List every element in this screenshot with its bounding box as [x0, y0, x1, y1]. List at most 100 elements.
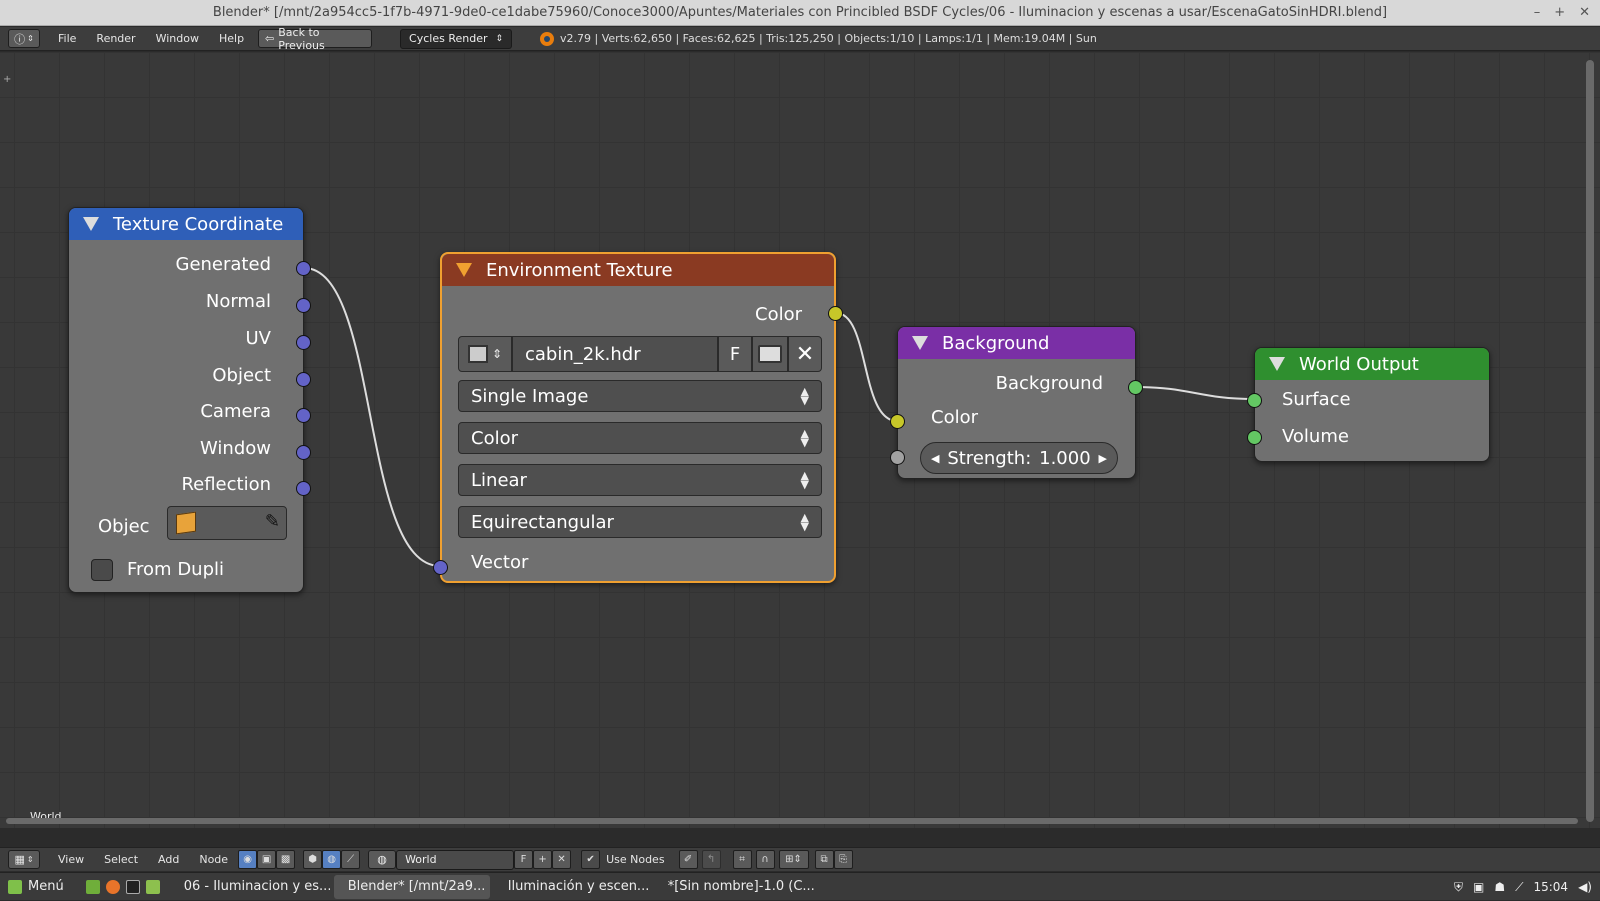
plus-icon[interactable]: + — [3, 74, 11, 85]
snap-mode-icon[interactable]: ⊞⇕ — [778, 850, 809, 869]
paste-nodes-icon[interactable]: ⎘ — [833, 850, 853, 869]
collapse-triangle-icon[interactable] — [912, 336, 928, 350]
socket-object[interactable] — [296, 372, 311, 387]
user-icon[interactable]: ☗ — [1494, 880, 1505, 894]
environment-texture-node[interactable]: Environment Texture Color ⇕ cabin_2k.hdr… — [433, 252, 843, 583]
interpolation-dropdown[interactable]: Linear ▲ ▼ — [458, 464, 822, 496]
socket-surface-input[interactable] — [1247, 393, 1262, 408]
input-vector-label: Vector — [471, 552, 529, 573]
terminal-icon[interactable] — [125, 879, 140, 894]
close-icon[interactable]: ✕ — [552, 850, 572, 869]
render-engine-dropdown[interactable]: Cycles Render ⇕ — [400, 28, 513, 49]
minimize-icon[interactable]: – — [1534, 0, 1541, 26]
shader-tree-icon[interactable]: ◉ — [238, 850, 258, 869]
vertical-scrollbar[interactable] — [1586, 60, 1594, 822]
menu-select[interactable]: Select — [94, 853, 148, 866]
menu-render[interactable]: Render — [86, 32, 145, 45]
from-dupli-checkbox[interactable] — [91, 559, 113, 581]
collapse-triangle-icon[interactable] — [1269, 357, 1285, 371]
firefox-icon[interactable] — [105, 879, 120, 894]
node-header[interactable]: Environment Texture — [442, 254, 834, 286]
backdrop-icon[interactable]: ⌗ — [732, 850, 752, 869]
collapse-triangle-icon[interactable] — [456, 263, 472, 277]
strength-field[interactable]: ◀ Strength: 1.000 ▶ — [920, 442, 1118, 474]
keyboard-icon[interactable]: ▣ — [1473, 880, 1484, 894]
socket-camera[interactable] — [296, 408, 311, 423]
files-icon[interactable] — [145, 879, 160, 894]
node-header[interactable]: Background — [898, 327, 1135, 359]
socket-volume-input[interactable] — [1247, 430, 1262, 445]
add-icon[interactable]: + — [533, 850, 553, 869]
shield-icon[interactable]: ⛨ — [1454, 880, 1463, 895]
socket-window[interactable] — [296, 445, 311, 460]
node-header[interactable]: World Output — [1255, 348, 1489, 380]
socket-uv[interactable] — [296, 335, 311, 350]
fake-user-button[interactable]: F — [514, 850, 534, 869]
fake-user-label: F — [729, 343, 741, 365]
task-document[interactable]: Iluminación y escen... — [494, 875, 650, 899]
socket-vector-input[interactable] — [433, 560, 448, 575]
object-shader-icon[interactable]: ⬢ — [303, 850, 323, 869]
editor-type-button[interactable]: ▦ ⇕ — [8, 850, 40, 869]
folder-icon — [758, 345, 782, 363]
network-icon[interactable]: ⟋ — [1515, 880, 1523, 895]
texture-coordinate-node[interactable]: Texture Coordinate Generated Normal UV O… — [68, 207, 311, 593]
menu-add[interactable]: Add — [148, 853, 189, 866]
socket-color-output[interactable] — [828, 306, 843, 321]
clock[interactable]: 15:04 — [1533, 880, 1568, 894]
horizontal-scrollbar[interactable] — [6, 818, 1578, 824]
pin-icon[interactable]: ✐ — [678, 850, 698, 869]
decrement-icon[interactable]: ◀ — [931, 452, 939, 465]
back-to-previous-button[interactable]: ⇦ Back to Previous — [258, 26, 373, 52]
object-picker-field[interactable]: ✎ — [167, 506, 287, 540]
parent-tree-icon[interactable]: ↰ — [701, 850, 721, 869]
menu-help[interactable]: Help — [209, 32, 254, 45]
world-output-node[interactable]: World Output Surface Volume — [1247, 347, 1490, 462]
menu-window[interactable]: Window — [146, 32, 209, 45]
maximize-icon[interactable]: + — [1554, 0, 1565, 26]
socket-generated[interactable] — [296, 261, 311, 276]
open-image-button[interactable] — [752, 336, 788, 372]
editor-type-button[interactable]: ⓘ ⇕ — [8, 29, 40, 48]
socket-normal[interactable] — [296, 298, 311, 313]
world-shader-icon[interactable]: ◍ — [322, 850, 342, 869]
close-icon[interactable]: ✕ — [1579, 0, 1590, 26]
copy-nodes-icon[interactable]: ⧉ — [814, 850, 834, 869]
projection-dropdown[interactable]: Equirectangular ▲ ▼ — [458, 506, 822, 538]
image-name-field[interactable]: cabin_2k.hdr — [512, 336, 718, 372]
world-datablock-field[interactable]: World — [396, 849, 515, 870]
compositing-tree-icon[interactable]: ▣ — [257, 850, 277, 869]
task-label: Iluminación y escen... — [507, 879, 650, 894]
output-normal: Normal — [205, 291, 271, 312]
task-gimp[interactable]: *[Sin nombre]-1.0 (C... — [654, 875, 814, 899]
collapse-triangle-icon[interactable] — [83, 217, 99, 231]
start-menu-button[interactable]: Menú — [0, 875, 72, 899]
menu-view[interactable]: View — [48, 853, 94, 866]
color-space-dropdown[interactable]: Color ▲ ▼ — [458, 422, 822, 454]
socket-reflection[interactable] — [296, 481, 311, 496]
fake-user-button[interactable]: F — [718, 336, 752, 372]
node-header[interactable]: Texture Coordinate — [69, 208, 303, 240]
world-browse-button[interactable]: ◍ — [368, 850, 397, 869]
eyedropper-icon[interactable]: ✎ — [265, 511, 280, 532]
linestyle-shader-icon[interactable]: ⟋ — [341, 850, 361, 869]
node-editor[interactable]: + Texture Coordinate Generated Normal UV… — [0, 52, 1600, 828]
socket-background-output[interactable] — [1128, 380, 1143, 395]
socket-color-input[interactable] — [890, 414, 905, 429]
show-desktop-icon[interactable] — [85, 879, 100, 894]
snap-icon[interactable]: ∩ — [755, 850, 775, 869]
image-browse-button[interactable]: ⇕ — [458, 336, 512, 372]
increment-icon[interactable]: ▶ — [1099, 452, 1107, 465]
menu-node[interactable]: Node — [189, 853, 238, 866]
menu-file[interactable]: File — [48, 32, 86, 45]
task-file-manager[interactable]: 06 - Iluminacion y es... — [170, 875, 330, 899]
task-blender[interactable]: Blender* [/mnt/2a9... — [333, 874, 490, 899]
socket-strength-input[interactable] — [890, 450, 905, 465]
node-title: Texture Coordinate — [113, 213, 284, 235]
source-dropdown[interactable]: Single Image ▲ ▼ — [458, 380, 822, 412]
use-nodes-checkbox[interactable]: ✔ — [581, 850, 601, 869]
background-node[interactable]: Background Background Color ◀ Strength: … — [890, 326, 1143, 479]
volume-icon[interactable]: ◀) — [1578, 880, 1592, 894]
unlink-image-button[interactable]: ✕ — [788, 336, 822, 372]
texture-tree-icon[interactable]: ▩ — [276, 850, 296, 869]
